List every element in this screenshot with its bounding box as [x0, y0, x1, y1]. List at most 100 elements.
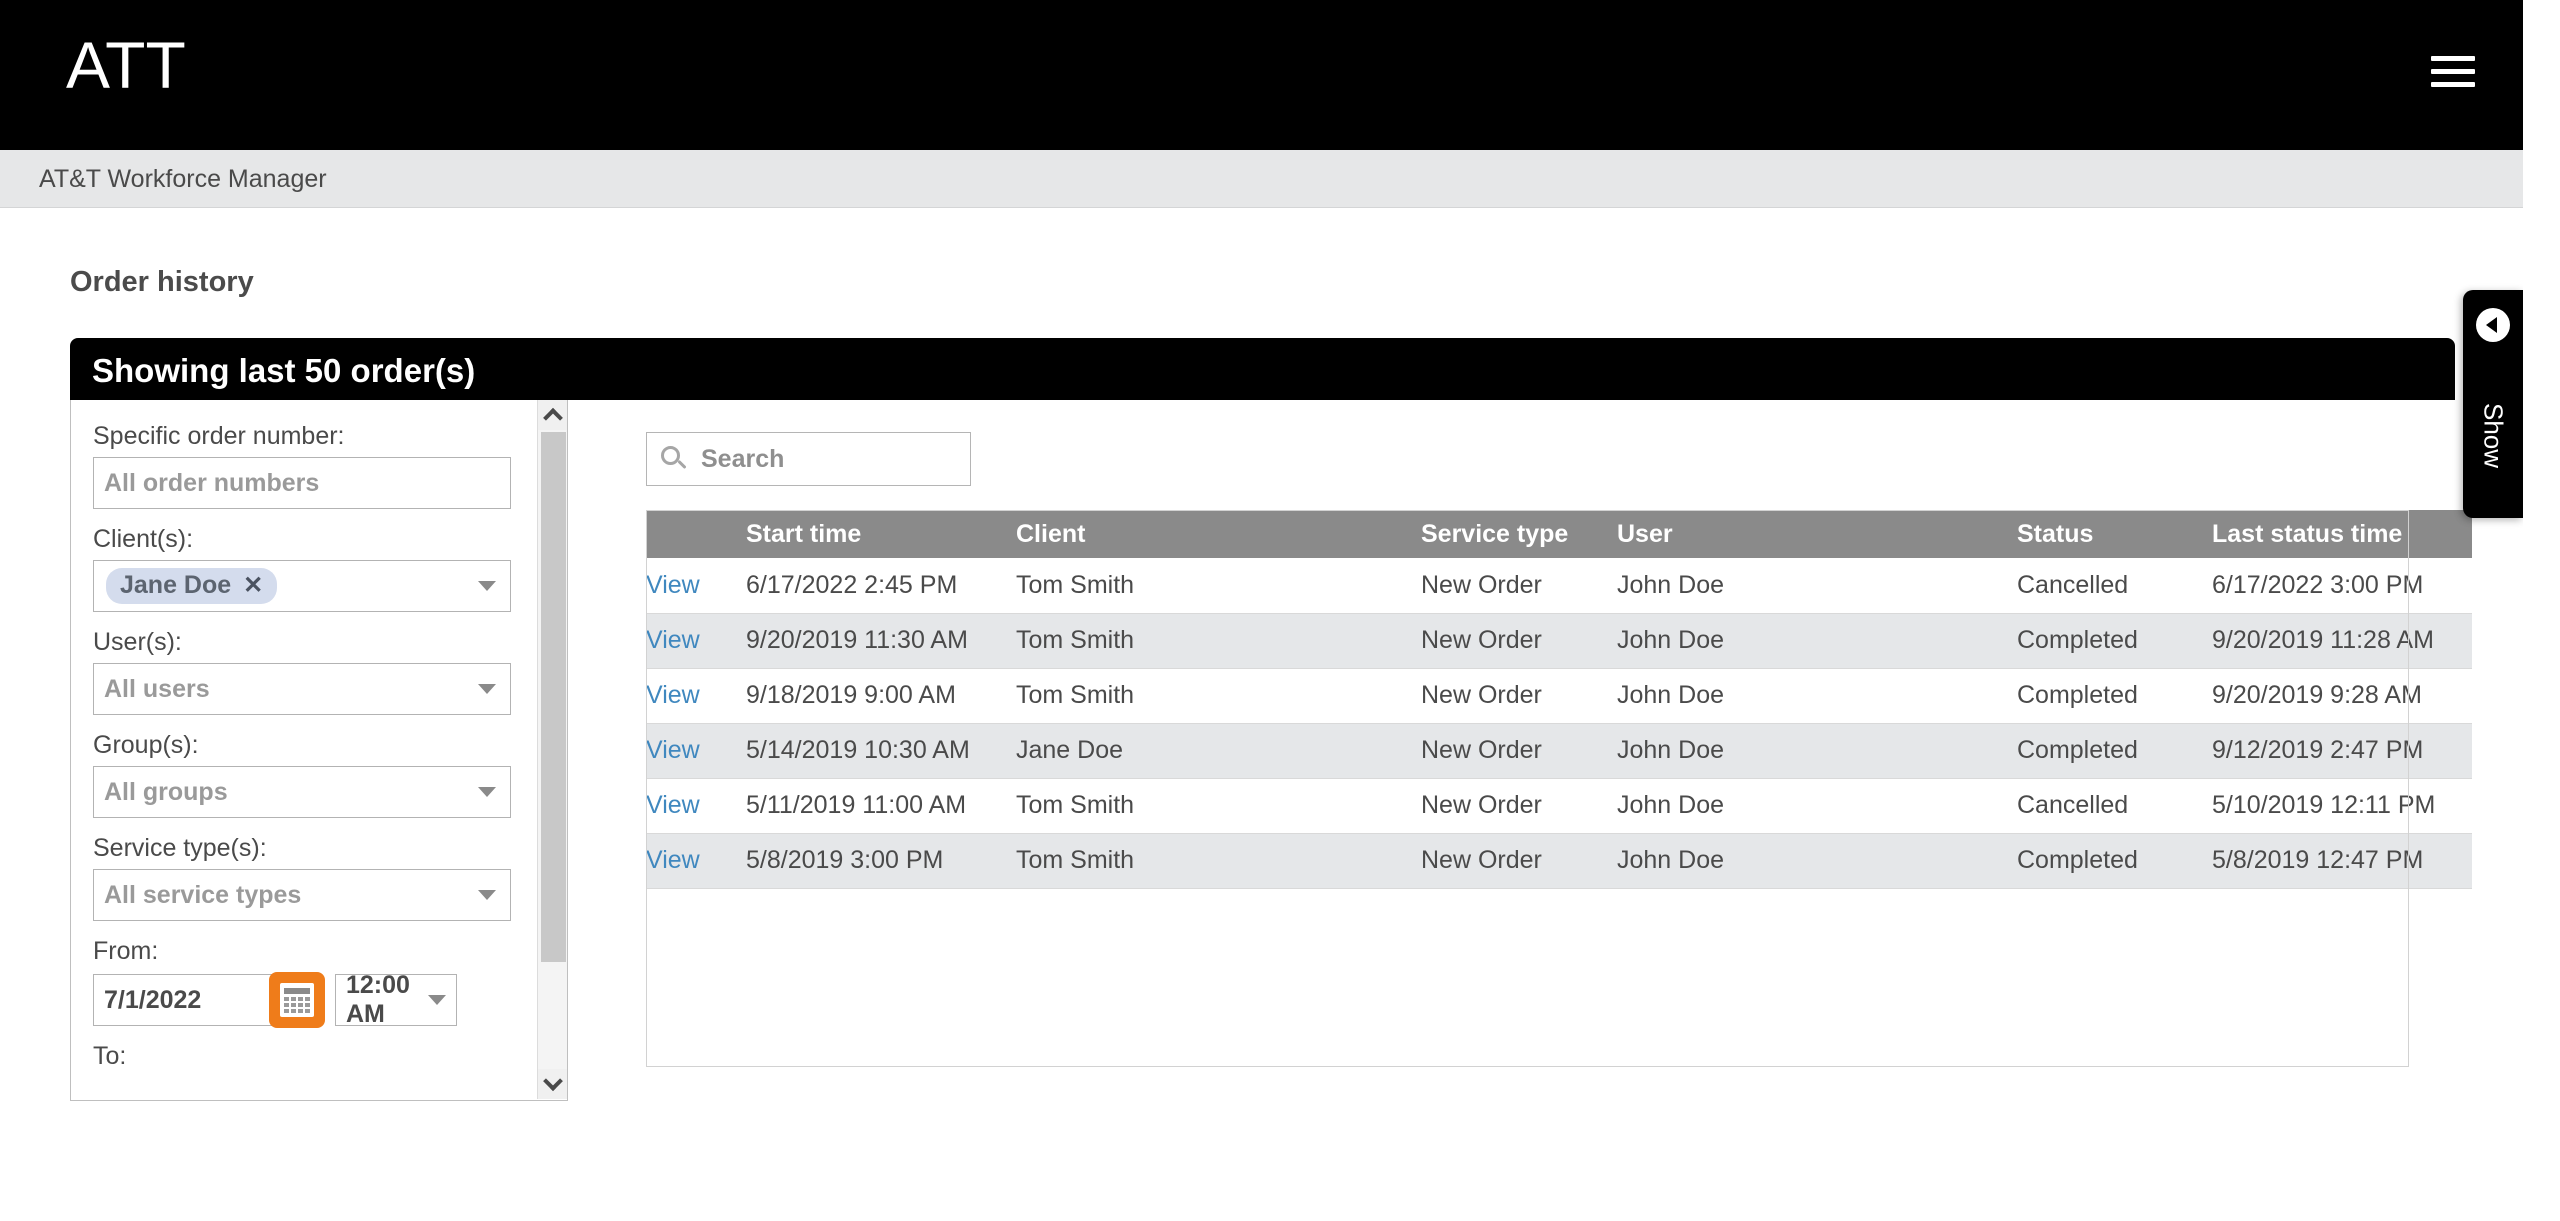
browser-page-frame: ATT AT&T Workforce Manager Order history… — [0, 0, 2523, 1200]
page-gutter-right — [2523, 0, 2560, 1221]
cell-client: Tom Smith — [1016, 613, 1421, 669]
client-chip-jane-doe[interactable]: Jane Doe ✕ — [106, 568, 278, 604]
chevron-down-icon — [428, 995, 446, 1005]
cell-client: Tom Smith — [1016, 558, 1421, 614]
table-row: View 5/8/2019 3:00 PM Tom Smith New Order Jo… — [646, 833, 2472, 889]
view-order-link[interactable]: View — [646, 571, 700, 599]
hamburger-bar — [2431, 69, 2475, 74]
cell-last-status-time: 9/12/2019 2:47 PM — [2212, 723, 2472, 779]
table-row: View 9/20/2019 11:30 AM Tom Smith New Order… — [646, 613, 2472, 669]
cell-status: Completed — [2017, 668, 2212, 724]
cell-client: Tom Smith — [1016, 833, 1421, 889]
cell-user: John Doe — [1617, 668, 2017, 724]
search-input[interactable]: Search — [646, 432, 971, 486]
hamburger-bar — [2431, 82, 2475, 87]
cell-client: Jane Doe — [1016, 723, 1421, 779]
table-row: View 5/14/2019 10:30 AM Jane Doe New Order J… — [646, 723, 2472, 779]
view-link-cell: View — [646, 668, 746, 724]
order-number-label: Specific order number: — [93, 422, 345, 450]
cell-status: Cancelled — [2017, 778, 2212, 834]
column-header-last-status-time: Last status time — [2212, 519, 2403, 548]
view-order-link[interactable]: View — [646, 736, 700, 764]
cell-last-status-time: 5/8/2019 12:47 PM — [2212, 833, 2472, 889]
orders-table: Start time Client Service type User Stat… — [646, 510, 2472, 889]
users-label: User(s): — [93, 628, 182, 656]
card-header-title: Showing last 50 order(s) — [92, 352, 476, 389]
groups-label: Group(s): — [93, 731, 199, 759]
orders-pane: Search Start time Client Service type Us… — [568, 400, 2472, 1101]
calendar-glyph-grid — [284, 997, 310, 1013]
view-link-cell: View — [646, 558, 746, 614]
from-label: From: — [93, 937, 159, 965]
cell-start-time: 6/17/2022 2:45 PM — [746, 558, 1016, 614]
scroll-down-button[interactable] — [538, 1069, 567, 1099]
view-order-link[interactable]: View — [646, 681, 700, 709]
view-order-link[interactable]: View — [646, 626, 700, 654]
card-header: Showing last 50 order(s) — [70, 338, 2455, 400]
filter-panel-content: Specific order number: All order numbers… — [71, 400, 541, 1100]
groups-select[interactable]: All groups — [93, 766, 511, 818]
users-select[interactable]: All users — [93, 663, 511, 715]
cell-user: John Doe — [1617, 833, 2017, 889]
filter-panel: Specific order number: All order numbers… — [70, 400, 568, 1101]
column-header-client: Client — [1016, 519, 1086, 548]
order-number-input[interactable]: All order numbers — [93, 457, 511, 509]
cell-last-status-time: 9/20/2019 11:28 AM — [2212, 613, 2472, 669]
client-chip-label: Jane Doe — [120, 571, 232, 599]
column-header-service-type: Service type — [1421, 519, 1569, 548]
filter-panel-scrollbar[interactable] — [537, 400, 567, 1099]
scroll-up-button[interactable] — [538, 400, 567, 430]
cell-service-type: New Order — [1421, 558, 1617, 614]
cell-last-status-time: 5/10/2019 12:11 PM — [2212, 778, 2472, 834]
chevron-down-icon — [543, 1071, 563, 1092]
clients-select[interactable]: Jane Doe ✕ — [93, 560, 511, 612]
view-order-link[interactable]: View — [646, 791, 700, 819]
from-row: 7/1/2022 12:00 AM — [93, 971, 541, 1028]
table-row: View 9/18/2019 9:00 AM Tom Smith New Order J… — [646, 668, 2472, 724]
cell-client: Tom Smith — [1016, 668, 1421, 724]
cell-start-time: 5/11/2019 11:00 AM — [746, 778, 1016, 834]
show-panel-tab[interactable]: Show — [2463, 290, 2523, 518]
from-time-select[interactable]: 12:00 AM — [335, 971, 457, 1028]
breadcrumb-label[interactable]: AT&T Workforce Manager — [39, 165, 327, 194]
service-types-select[interactable]: All service types — [93, 869, 511, 921]
orders-table-header-row: Start time Client Service type User Stat… — [646, 510, 2472, 558]
cell-start-time: 5/14/2019 10:30 AM — [746, 723, 1016, 779]
cell-status: Cancelled — [2017, 558, 2212, 614]
chevron-down-icon — [478, 684, 496, 694]
chevron-up-icon — [543, 407, 563, 428]
order-history-card: Showing last 50 order(s) Specific order … — [70, 338, 2472, 1163]
scrollbar-thumb[interactable] — [541, 432, 566, 962]
view-link-cell: View — [646, 723, 746, 779]
table-row: View 6/17/2022 2:45 PM Tom Smith New Order J… — [646, 558, 2472, 614]
cell-client: Tom Smith — [1016, 778, 1421, 834]
cell-last-status-time: 9/20/2019 9:28 AM — [2212, 668, 2472, 724]
table-row: View 5/11/2019 11:00 AM Tom Smith New Order… — [646, 778, 2472, 834]
order-number-placeholder: All order numbers — [104, 468, 320, 497]
cell-status: Completed — [2017, 833, 2212, 889]
cell-status: Completed — [2017, 723, 2212, 779]
calendar-glyph — [280, 983, 314, 1017]
orders-table-head: Start time Client Service type User Stat… — [646, 510, 2472, 558]
hamburger-bar — [2431, 56, 2475, 61]
view-order-link[interactable]: View — [646, 846, 700, 874]
chevron-down-icon — [478, 581, 496, 591]
view-link-cell: View — [646, 613, 746, 669]
chevron-down-icon — [478, 890, 496, 900]
service-types-placeholder: All service types — [104, 880, 302, 909]
page-title: Order history — [70, 266, 254, 298]
hamburger-menu-icon[interactable] — [2431, 56, 2475, 92]
show-panel-tab-label: Show — [2478, 402, 2509, 469]
groups-placeholder: All groups — [104, 777, 228, 806]
search-icon — [661, 446, 687, 472]
cell-user: John Doe — [1617, 613, 2017, 669]
from-date-input[interactable]: 7/1/2022 — [93, 974, 277, 1026]
client-chip-remove-icon[interactable]: ✕ — [243, 573, 263, 598]
arrow-left-circle-icon — [2476, 308, 2510, 342]
cell-start-time: 5/8/2019 3:00 PM — [746, 833, 1016, 889]
cell-service-type: New Order — [1421, 833, 1617, 889]
cell-status: Completed — [2017, 613, 2212, 669]
view-link-cell: View — [646, 833, 746, 889]
column-header-view — [646, 510, 746, 558]
calendar-icon[interactable] — [269, 972, 325, 1028]
